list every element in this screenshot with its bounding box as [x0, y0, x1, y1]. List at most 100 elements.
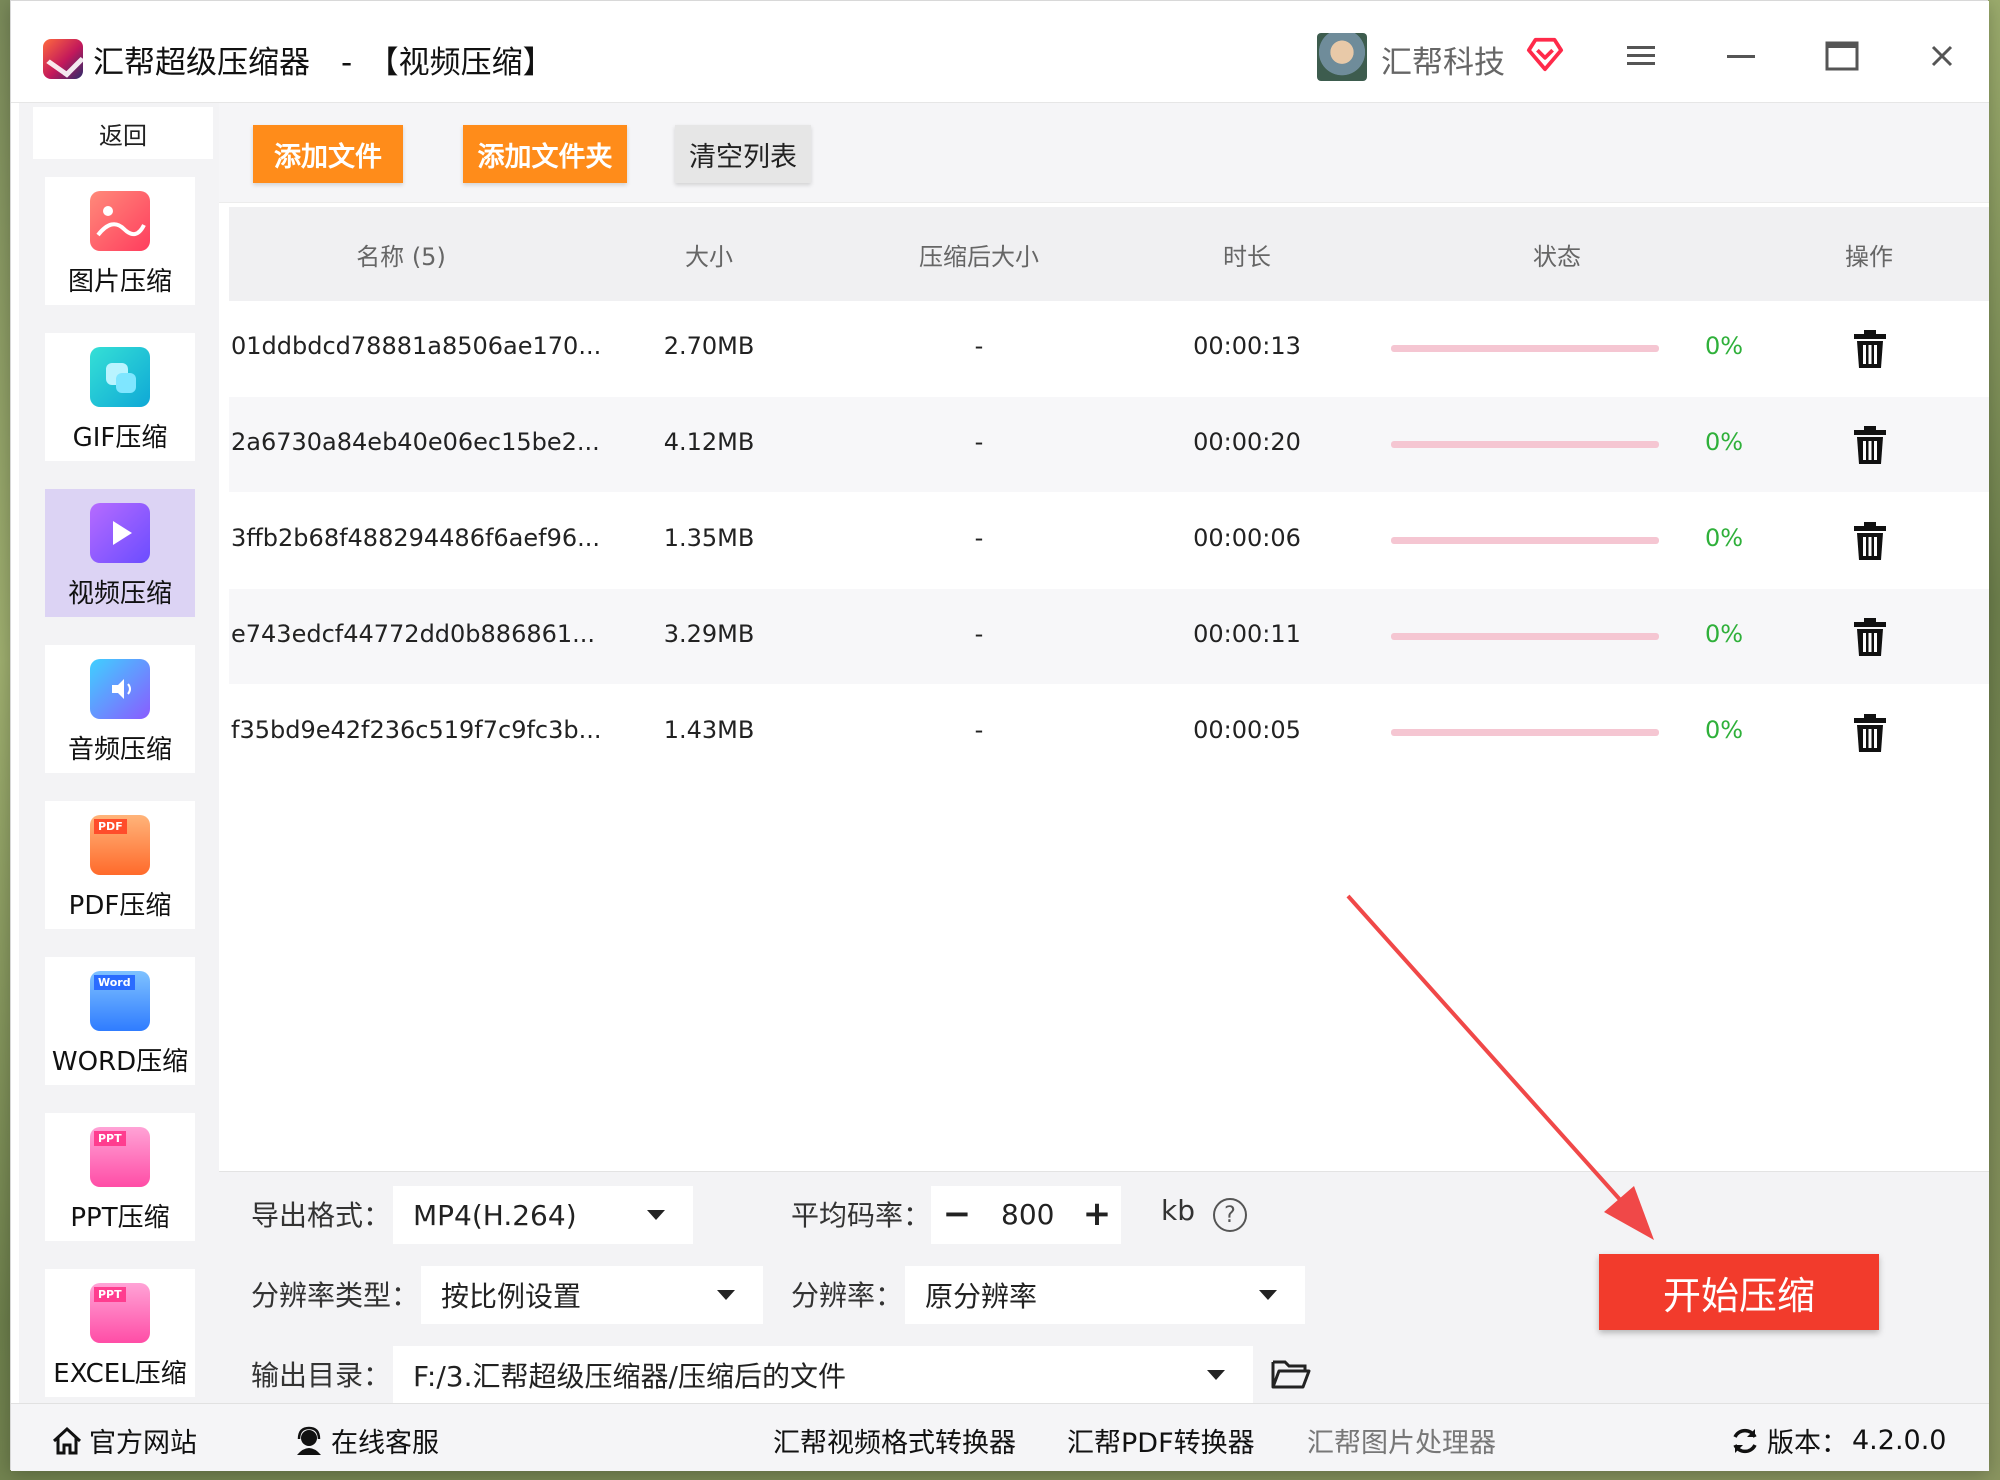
user-name[interactable]: 汇帮科技 [1381, 37, 1505, 82]
file-size: 2.70MB [663, 332, 755, 360]
trash-icon[interactable] [1853, 425, 1887, 465]
file-size: 4.12MB [663, 428, 755, 456]
help-icon[interactable]: ? [1213, 1198, 1247, 1232]
format-label: 导出格式： [251, 1199, 392, 1232]
sidebar: 返回 图片压缩 GIF压缩 视频压缩 音频压缩 PDF PDF压缩 Word W… [19, 103, 219, 1403]
folder-open-icon[interactable] [1271, 1358, 1311, 1390]
trash-icon[interactable] [1853, 617, 1887, 657]
compressed-size: - [974, 332, 984, 360]
chevron-down-icon [1207, 1370, 1225, 1380]
sidebar-item-word[interactable]: Word WORD压缩 [45, 957, 195, 1085]
compressed-size: - [974, 716, 984, 744]
hamburger-icon[interactable] [1616, 31, 1666, 81]
pdf-converter-link[interactable]: 汇帮PDF转换器 [1067, 1421, 1255, 1460]
version-value: 4.2.0.0 [1852, 1425, 1947, 1456]
column-header-duration[interactable]: 时长 [1223, 237, 1271, 272]
version-info[interactable]: 版本： 4.2.0.0 [1729, 1421, 1946, 1460]
column-header-status: 状态 [1533, 243, 1581, 271]
sidebar-item-label: PPT压缩 [70, 1203, 170, 1233]
sidebar-item-pdf[interactable]: PDF PDF压缩 [45, 801, 195, 929]
progress-percent: 0% [1705, 716, 1744, 744]
support-link[interactable]: 在线客服 [293, 1421, 439, 1460]
column-header-name[interactable]: 名称 (5) [356, 237, 446, 272]
format-select-value: MP4(H.264) [413, 1198, 577, 1232]
file-size: 1.35MB [663, 524, 755, 552]
sidebar-item-audio[interactable]: 音频压缩 [45, 645, 195, 773]
trash-icon[interactable] [1853, 521, 1887, 561]
ppt-badge: PPT [94, 1131, 126, 1146]
sidebar-item-label: 图片压缩 [67, 267, 172, 297]
resolution-value: 原分辨率 [925, 1280, 1038, 1313]
footer: 官方网站 在线客服 汇帮视频格式转换器 汇帮PDF转换器 汇帮图片处理器 版本：… [11, 1403, 1989, 1471]
minimize-icon[interactable] [1716, 31, 1766, 81]
back-button[interactable]: 返回 [33, 107, 213, 159]
resolution-select[interactable]: 原分辨率 [905, 1266, 1305, 1324]
start-compress-button[interactable]: 开始压缩 [1599, 1254, 1879, 1330]
file-name: 3ffb2b68f488294486f6aef96... [231, 524, 601, 552]
app-logo-icon [43, 39, 83, 79]
sidebar-item-ppt[interactable]: PPT PPT压缩 [45, 1113, 195, 1241]
sidebar-item-video[interactable]: 视频压缩 [45, 489, 195, 617]
file-name: 2a6730a84eb40e06ec15be2... [231, 428, 600, 456]
video-converter-link[interactable]: 汇帮视频格式转换器 [773, 1421, 1016, 1460]
duration: 00:00:06 [1193, 524, 1301, 552]
trash-icon[interactable] [1853, 713, 1887, 753]
sidebar-item-excel[interactable]: PPT EXCEL压缩 [45, 1269, 195, 1397]
chevron-down-icon [647, 1210, 665, 1220]
format-select[interactable]: MP4(H.264) [393, 1186, 693, 1244]
minus-icon[interactable]: − [937, 1192, 977, 1236]
output-dir-value: F:/3.汇帮超级压缩器/压缩后的文件 [413, 1360, 846, 1393]
vip-diamond-icon[interactable] [1526, 35, 1564, 73]
gif-icon [90, 347, 150, 407]
toolbar: 添加文件 添加文件夹 清空列表 [219, 103, 1989, 203]
duration: 00:00:20 [1193, 428, 1301, 456]
bitrate-label: 平均码率： [791, 1199, 932, 1232]
ppt-icon: PPT [90, 1127, 150, 1187]
table-row[interactable]: 2a6730a84eb40e06ec15be2... 4.12MB - 00:00:2… [229, 397, 1989, 492]
pdf-icon: PDF [90, 815, 150, 875]
audio-icon [90, 659, 150, 719]
bitrate-unit: kb [1161, 1194, 1195, 1227]
progress-bar [1391, 345, 1659, 352]
table-row[interactable]: e743edcf44772dd0b886861... 3.29MB - 00:00:1… [229, 589, 1989, 684]
main-panel: 添加文件 添加文件夹 清空列表 名称 (5) 大小 压缩后大小 时长 状态 操作… [219, 103, 1989, 1404]
chevron-down-icon [1259, 1290, 1277, 1300]
duration: 00:00:05 [1193, 716, 1301, 744]
plus-icon[interactable]: + [1077, 1192, 1117, 1236]
sidebar-item-image[interactable]: 图片压缩 [45, 177, 195, 305]
close-icon[interactable] [1917, 31, 1967, 81]
table-row[interactable]: f35bd9e42f236c519f7c9fc3b... 1.43MB - 00:00… [229, 685, 1989, 780]
add-file-button[interactable]: 添加文件 [253, 125, 403, 183]
column-header-size[interactable]: 大小 [685, 237, 733, 272]
column-header-compressed-size[interactable]: 压缩后大小 [919, 237, 1039, 272]
table-row[interactable]: 01ddbdcd78881a8506ae170... 2.70MB - 00:00:1… [229, 301, 1989, 396]
trash-icon[interactable] [1853, 329, 1887, 369]
progress-percent: 0% [1705, 332, 1744, 360]
bitrate-value[interactable]: 800 [1001, 1198, 1054, 1231]
sidebar-item-label: WORD压缩 [51, 1047, 189, 1077]
app-window: 汇帮超级压缩器 - 【视频压缩】 汇帮科技 返回 图片压缩 GIF压缩 视频压缩… [10, 0, 1989, 1471]
file-size: 1.43MB [663, 716, 755, 744]
excel-badge: PPT [94, 1287, 126, 1302]
chevron-down-icon [717, 1290, 735, 1300]
maximize-icon[interactable] [1817, 31, 1867, 81]
file-name: e743edcf44772dd0b886861... [231, 620, 596, 648]
progress-percent: 0% [1705, 620, 1744, 648]
resolution-type-select[interactable]: 按比例设置 [421, 1266, 763, 1324]
website-link[interactable]: 官方网站 [51, 1421, 197, 1460]
sidebar-item-gif[interactable]: GIF压缩 [45, 333, 195, 461]
column-header-action: 操作 [1845, 243, 1893, 271]
clear-list-button[interactable]: 清空列表 [675, 125, 811, 183]
progress-percent: 0% [1705, 524, 1744, 552]
headset-icon [297, 1426, 321, 1455]
avatar[interactable] [1317, 33, 1367, 81]
output-dir-select[interactable]: F:/3.汇帮超级压缩器/压缩后的文件 [393, 1346, 1253, 1404]
image-processor-link[interactable]: 汇帮图片处理器 [1307, 1421, 1496, 1460]
image-icon [90, 191, 150, 251]
support-label: 在线客服 [331, 1428, 439, 1459]
bitrate-stepper: − 800 + [931, 1186, 1121, 1244]
add-folder-button[interactable]: 添加文件夹 [463, 125, 627, 183]
version-label: 版本： [1767, 1428, 1848, 1459]
table-row[interactable]: 3ffb2b68f488294486f6aef96... 1.35MB - 00:00… [229, 493, 1989, 588]
window-title: 汇帮超级压缩器 - 【视频压缩】 [93, 45, 554, 81]
